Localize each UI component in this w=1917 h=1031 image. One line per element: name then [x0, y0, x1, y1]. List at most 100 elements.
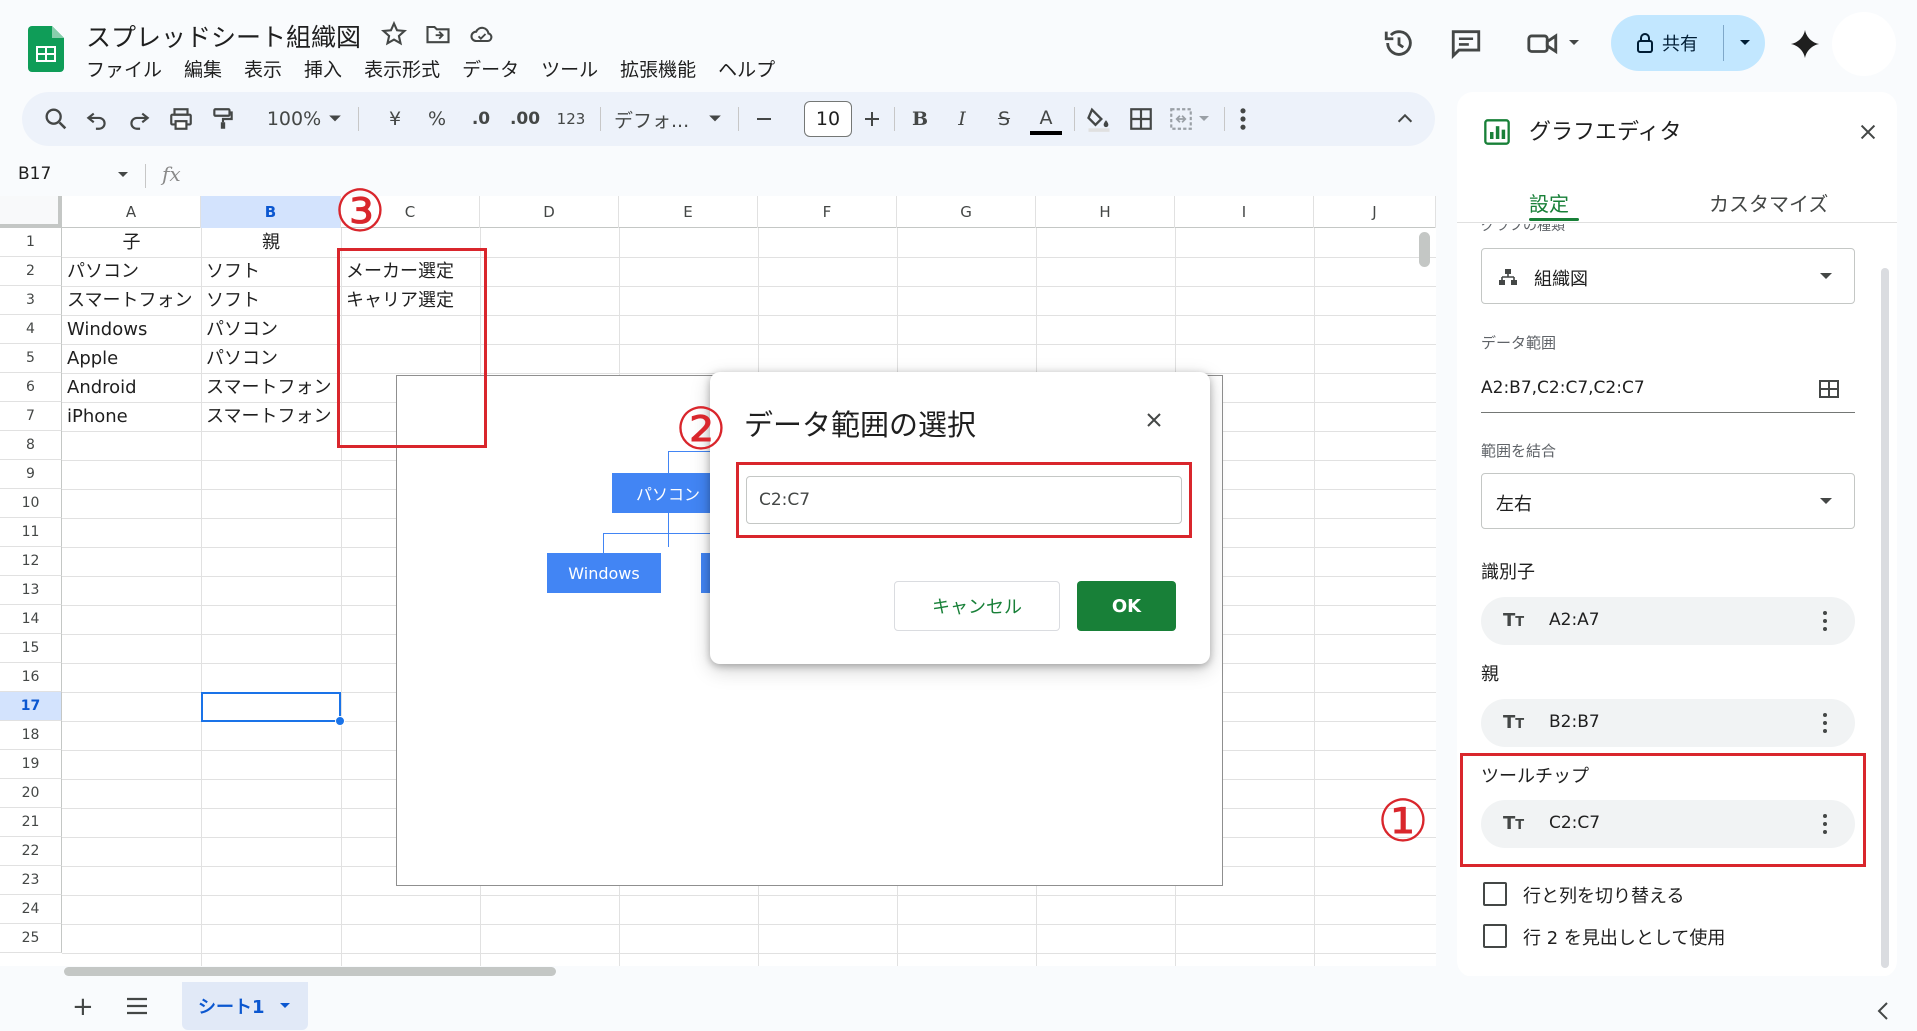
column-header-h[interactable]: H: [1036, 196, 1175, 228]
redo-icon[interactable]: [126, 105, 152, 133]
data-range-value[interactable]: A2:B7,C2:C7,C2:C7: [1481, 378, 1645, 398]
column-header-f[interactable]: F: [758, 196, 897, 228]
font-size-input[interactable]: 10: [804, 101, 852, 137]
panel-scrollbar[interactable]: [1881, 268, 1889, 968]
share-button[interactable]: 共有: [1611, 15, 1765, 71]
share-dropdown[interactable]: [1724, 15, 1765, 71]
name-box[interactable]: B17: [18, 164, 51, 184]
document-title[interactable]: スプレッドシート組織図: [86, 18, 361, 54]
row-header-21[interactable]: 21: [0, 808, 62, 837]
close-icon[interactable]: [1142, 408, 1166, 432]
cell-a1[interactable]: 子: [62, 228, 201, 257]
column-header-a[interactable]: A: [62, 196, 201, 228]
all-sheets-menu-icon[interactable]: [126, 997, 148, 1015]
decrease-decimal-button[interactable]: .0: [464, 105, 498, 133]
column-header-d[interactable]: D: [480, 196, 619, 228]
collapse-toolbar-icon[interactable]: [1394, 105, 1416, 133]
strikethrough-button[interactable]: S: [992, 105, 1016, 133]
cancel-button[interactable]: キャンセル: [894, 581, 1060, 631]
menu-file[interactable]: ファイル: [86, 55, 162, 82]
row-header-7[interactable]: 7: [0, 402, 62, 431]
cell-a4[interactable]: Windows: [62, 315, 201, 344]
select-range-grid-icon[interactable]: [1817, 377, 1841, 401]
cell-a5[interactable]: Apple: [62, 344, 201, 373]
borders-icon[interactable]: [1128, 105, 1154, 133]
cell-a7[interactable]: iPhone: [62, 402, 201, 431]
cell-a6[interactable]: Android: [62, 373, 201, 402]
more-vert-icon[interactable]: [1823, 609, 1827, 633]
row-header-17[interactable]: 17: [0, 692, 62, 721]
italic-button[interactable]: I: [950, 105, 974, 133]
number-format-button[interactable]: 123: [552, 105, 590, 133]
range-input[interactable]: C2:C7: [746, 476, 1182, 524]
chart-node-windows[interactable]: Windows: [547, 553, 661, 593]
cell-a2[interactable]: パソコン: [62, 257, 201, 286]
column-header-e[interactable]: E: [619, 196, 758, 228]
chevron-left-icon[interactable]: [1876, 1001, 1890, 1021]
row-header-6[interactable]: 6: [0, 373, 62, 402]
meet-dropdown-icon[interactable]: [1568, 39, 1580, 47]
cell-b4[interactable]: パソコン: [201, 315, 341, 344]
gemini-sparkle-icon[interactable]: [1788, 27, 1822, 61]
decrease-font-size-icon[interactable]: [752, 105, 776, 133]
menu-edit[interactable]: 編集: [184, 55, 222, 82]
tab-setup[interactable]: 設定: [1529, 188, 1569, 217]
chart-type-select[interactable]: 組織図: [1481, 248, 1855, 304]
row-header-4[interactable]: 4: [0, 315, 62, 344]
row-header-14[interactable]: 14: [0, 605, 62, 634]
menu-extensions[interactable]: 拡張機能: [620, 55, 696, 82]
version-history-icon[interactable]: [1382, 26, 1416, 60]
menu-help[interactable]: ヘルプ: [718, 55, 775, 82]
row-header-10[interactable]: 10: [0, 489, 62, 518]
merge-cells-icon[interactable]: [1168, 105, 1194, 133]
undo-icon[interactable]: [84, 105, 110, 133]
row-header-22[interactable]: 22: [0, 837, 62, 866]
row-header-15[interactable]: 15: [0, 634, 62, 663]
menu-insert[interactable]: 挿入: [304, 55, 342, 82]
selected-cell[interactable]: [201, 692, 341, 722]
combine-ranges-select[interactable]: 左右: [1481, 473, 1855, 529]
tab-customize[interactable]: カスタマイズ: [1709, 188, 1828, 217]
row-header-16[interactable]: 16: [0, 663, 62, 692]
vertical-scrollbar[interactable]: [1419, 232, 1430, 267]
row-header-2[interactable]: 2: [0, 257, 62, 286]
row-header-5[interactable]: 5: [0, 344, 62, 373]
row-header-24[interactable]: 24: [0, 895, 62, 924]
increase-font-size-icon[interactable]: [860, 105, 884, 133]
row-header-18[interactable]: 18: [0, 721, 62, 750]
identifier-chip[interactable]: TT A2:A7: [1481, 597, 1855, 645]
column-header-g[interactable]: G: [897, 196, 1036, 228]
row-header-11[interactable]: 11: [0, 518, 62, 547]
cell-b3[interactable]: ソフト: [201, 286, 341, 315]
currency-format-button[interactable]: ¥: [384, 105, 406, 133]
row-header-3[interactable]: 3: [0, 286, 62, 315]
cell-b5[interactable]: パソコン: [201, 344, 341, 373]
fill-color-icon[interactable]: [1084, 105, 1114, 133]
font-dropdown-icon[interactable]: [708, 105, 722, 133]
share-main-button[interactable]: 共有: [1611, 15, 1723, 71]
print-icon[interactable]: [168, 105, 194, 133]
parent-chip[interactable]: TT B2:B7: [1481, 699, 1855, 747]
fill-handle[interactable]: [335, 716, 345, 726]
meet-video-icon[interactable]: [1526, 26, 1560, 60]
more-vert-icon[interactable]: [1823, 711, 1827, 735]
merge-dropdown-icon[interactable]: [1198, 105, 1210, 133]
cell-b7[interactable]: スマートフォン: [201, 402, 341, 431]
chart-node-pc[interactable]: パソコン: [612, 473, 724, 513]
column-header-b[interactable]: B: [201, 196, 341, 228]
search-menus-icon[interactable]: [42, 105, 70, 133]
horizontal-scrollbar[interactable]: [64, 967, 556, 976]
select-all-corner[interactable]: [0, 196, 62, 228]
row-header-1[interactable]: 1: [0, 228, 62, 257]
more-options-icon[interactable]: [1236, 105, 1250, 133]
font-select[interactable]: デフォ...: [614, 105, 704, 133]
column-header-j[interactable]: J: [1314, 196, 1436, 228]
ok-button[interactable]: OK: [1077, 581, 1176, 631]
bold-button[interactable]: B: [908, 105, 932, 133]
sheet-tab-active[interactable]: シート1: [182, 982, 308, 1030]
name-box-dropdown-icon[interactable]: [117, 171, 129, 179]
zoom-select[interactable]: 100%: [266, 105, 322, 133]
close-icon[interactable]: [1857, 121, 1879, 143]
menu-format[interactable]: 表示形式: [364, 55, 440, 82]
use-row-header-checkbox[interactable]: [1483, 924, 1507, 948]
